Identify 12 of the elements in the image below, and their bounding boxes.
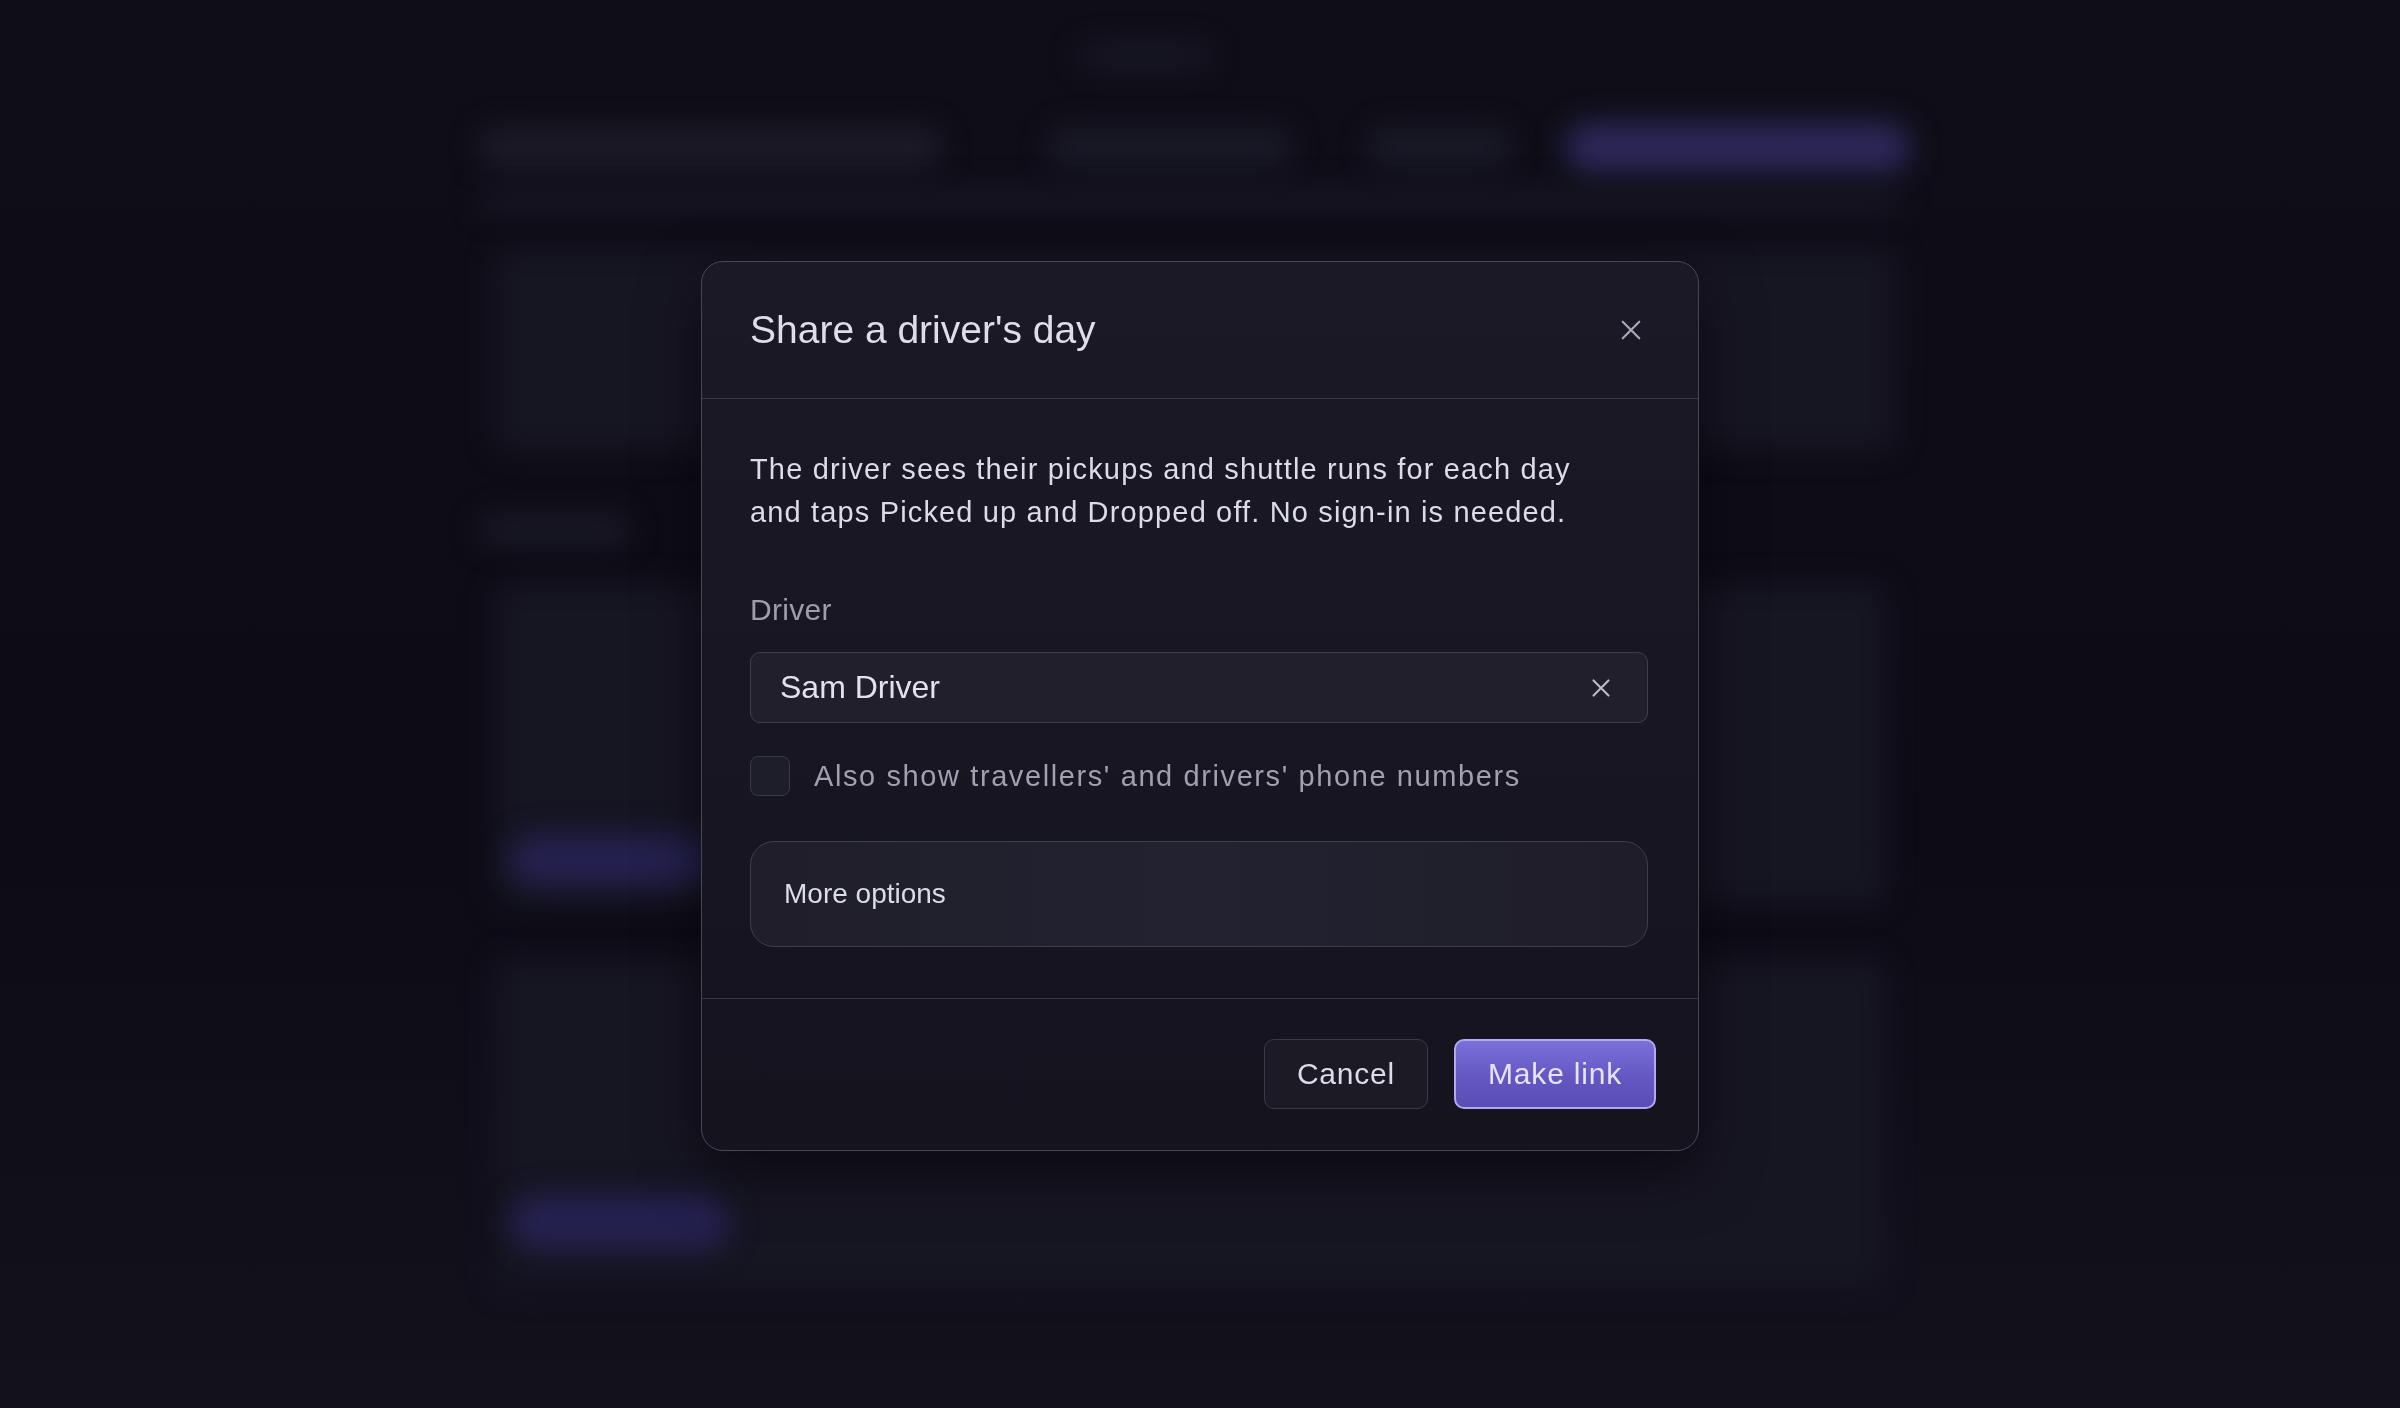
clear-icon[interactable] xyxy=(1591,677,1611,698)
phone-checkbox[interactable] xyxy=(750,756,790,796)
driver-label: Driver xyxy=(750,592,832,628)
driver-value: Sam Driver xyxy=(780,669,940,706)
dialog-title: Share a driver's day xyxy=(750,308,1096,352)
cancel-button[interactable]: Cancel xyxy=(1263,1039,1429,1109)
close-icon[interactable] xyxy=(1620,319,1642,341)
driver-field[interactable]: Sam Driver xyxy=(750,652,1648,723)
more-options-toggle[interactable]: More options xyxy=(750,841,1648,947)
phone-checkbox-label: Also show travellers' and drivers' phone numbers xyxy=(814,759,1521,793)
make-link-button[interactable]: Make link xyxy=(1454,1039,1656,1109)
dialog-description: The driver sees their pickups and shuttle runs for each day and taps Picked up and Dropped off. No sign-in is needed. xyxy=(750,452,1572,530)
